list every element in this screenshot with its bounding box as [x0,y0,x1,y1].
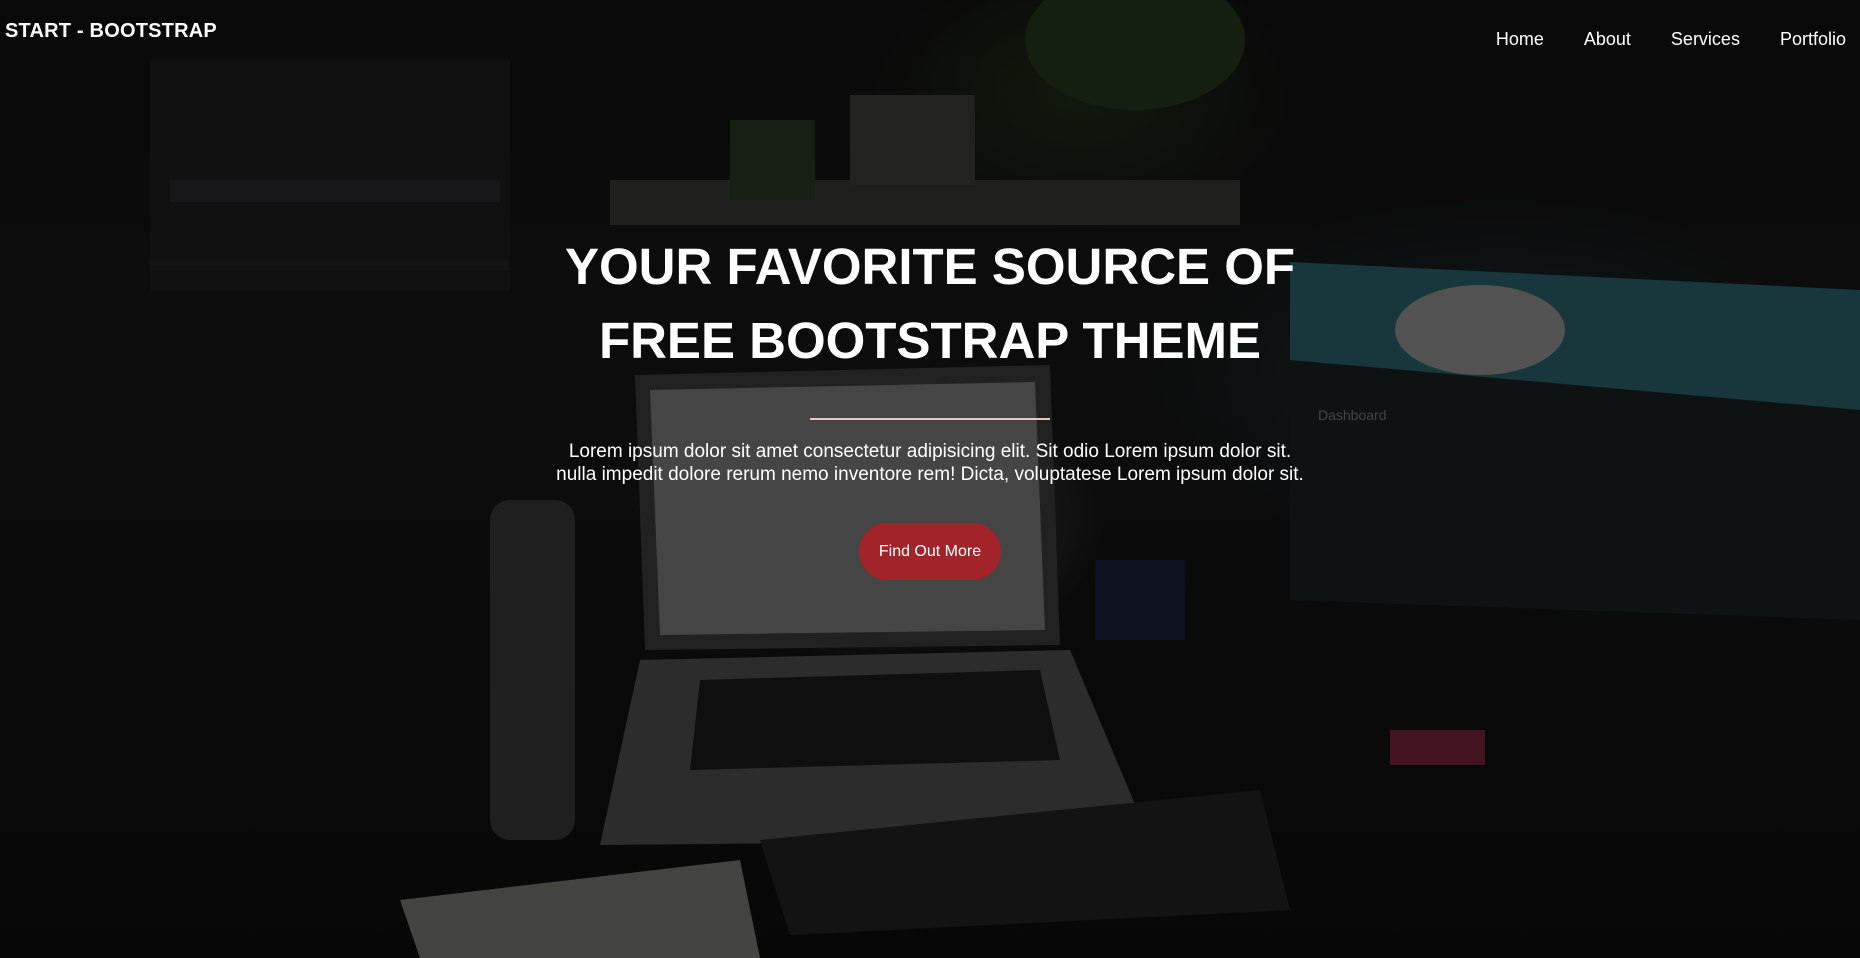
hero-headline-line2: FREE BOOTSTRAP THEME [598,312,1262,369]
hero-divider [810,418,1050,420]
hero-lead-line2: nulla impedit dolore rerum nemo inventor… [556,464,1304,485]
nav-link-portfolio[interactable]: Portfolio [1752,29,1860,50]
nav-link-about[interactable]: About [1556,29,1643,50]
nav-links: Home About Services Portfolio [1468,29,1860,50]
navbar: START - BOOTSTRAP Home About Services Po… [0,0,1860,70]
hero-section: Dashboard START - BOOTSTRAP Home About S… [0,0,1860,958]
nav-link-home[interactable]: Home [1468,29,1556,50]
hero-headline-line1: YOUR FAVORITE SOURCE OF [564,238,1296,295]
find-out-more-button[interactable]: Find Out More [859,523,1001,580]
hero-lead-text: Lorem ipsum dolor sit amet consectetur a… [480,440,1380,486]
hero-lead-line1: Lorem ipsum dolor sit amet consectetur a… [568,441,1292,462]
hero-content: YOUR FAVORITE SOURCE OF FREE BOOTSTRAP T… [0,230,1860,580]
brand-logo-link[interactable]: START - BOOTSTRAP [5,20,217,43]
hero-headline: YOUR FAVORITE SOURCE OF FREE BOOTSTRAP T… [480,230,1380,378]
nav-link-services[interactable]: Services [1643,29,1752,50]
